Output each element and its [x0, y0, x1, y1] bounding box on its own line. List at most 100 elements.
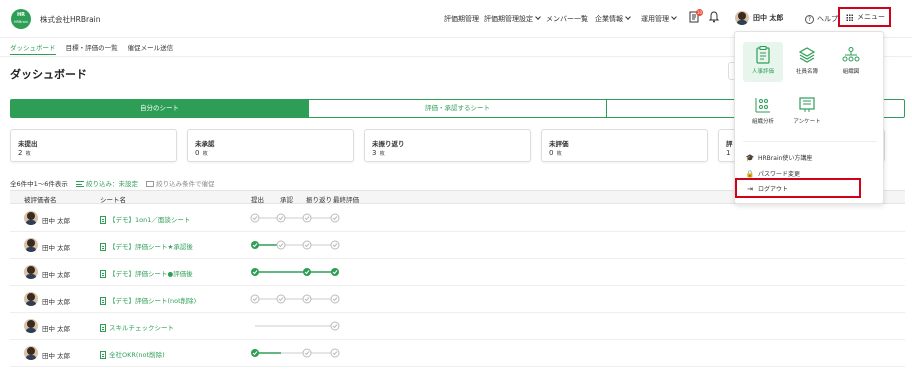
filter-button[interactable]: 絞り込み：未設定 [76, 180, 138, 188]
table-row[interactable]: 田中 太郎 全社OKR(not削除) [10, 340, 905, 367]
summary-card-unevaluated[interactable]: 未評価 0 枚 [541, 129, 708, 162]
table-row[interactable]: 田中 太郎 【デモ】評価シート★承認後 [10, 232, 905, 259]
sheet-link[interactable]: 【デモ】評価シート●評価後 [100, 268, 193, 278]
document-icon [100, 216, 106, 224]
notification-count-badge: 10 [696, 9, 703, 16]
column-header: 承認 [280, 196, 293, 204]
step-done-icon [303, 268, 311, 276]
document-icon [100, 243, 106, 251]
stack-icon [798, 47, 816, 63]
step-pending-icon [302, 294, 312, 304]
tab-evaluate-sheets[interactable]: 評価・承認するシート [309, 100, 607, 117]
bell-icon[interactable] [708, 11, 720, 25]
evaluatee-name: 田中 太郎 [42, 325, 71, 333]
step-pending-icon [330, 321, 340, 331]
summary-card-unsubmitted[interactable]: 未提出 2 枚 [10, 129, 177, 162]
company-name: 株式会社HRBrain [40, 15, 101, 24]
org-chart-icon [842, 47, 860, 62]
chevron-down-icon [671, 14, 677, 20]
step-pending-icon [276, 240, 286, 250]
menu-app-evaluation[interactable]: 人事評価 [743, 42, 783, 82]
lock-icon: 🔒 [745, 170, 755, 178]
avatar [24, 238, 38, 252]
avatar [24, 211, 38, 225]
table-row[interactable]: 田中 太郎 【デモ】1on1／面談シート [10, 205, 905, 232]
step-done-icon [251, 241, 259, 249]
sheet-link[interactable]: 【デモ】1on1／面談シート [100, 214, 190, 224]
sheet-link[interactable]: 【デモ】評価シート(not削除) [100, 295, 196, 305]
table-row[interactable]: 田中 太郎 【デモ】評価シート(not削除) [10, 286, 905, 313]
avatar [735, 11, 749, 25]
mail-icon [146, 181, 155, 187]
column-header: 最終評価 [333, 196, 359, 204]
nav-company-info[interactable]: 企業情報 [595, 14, 631, 24]
subnav-dashboard[interactable]: ダッシュボード [10, 44, 56, 55]
menu-link-tutorial[interactable]: 🎓 HRBrain使い方講座 [745, 153, 813, 162]
logout-highlight [735, 178, 861, 198]
step-pending-icon [276, 213, 286, 223]
progress-tracker [250, 294, 340, 304]
evaluatee-name: 田中 太郎 [42, 271, 71, 279]
sheet-link[interactable]: スキルチェックシート [100, 322, 174, 332]
evaluatee-name: 田中 太郎 [42, 217, 71, 225]
menu-app-survey[interactable]: アンケート [787, 92, 827, 132]
filter-row: 全6件中1〜6件表示 絞り込み：未設定 絞り込み条件で催促 [10, 178, 215, 188]
step-pending-icon [302, 213, 312, 223]
menu-app-org-chart[interactable]: 組織図 [831, 42, 871, 82]
column-header: 被評価者名 [24, 196, 57, 204]
clipboard-icon [756, 46, 770, 64]
nav-operations[interactable]: 運用管理 [641, 14, 677, 24]
summary-card-unreflected[interactable]: 未振り返り 3 枚 [364, 129, 531, 162]
evaluatee-name: 田中 太郎 [42, 352, 71, 360]
table-row[interactable]: 田中 太郎 【デモ】評価シート●評価後 [10, 259, 905, 286]
nav-evaluation-settings[interactable]: 評価期管理設定 [484, 14, 541, 24]
progress-tracker [250, 213, 340, 223]
sheet-name: 【デモ】1on1／面談シート [109, 216, 191, 224]
step-pending-icon [330, 348, 340, 358]
menu-divider [743, 141, 877, 142]
table-row[interactable]: 田中 太郎 スキルチェックシート [10, 313, 905, 340]
menu-app-directory[interactable]: 社員名簿 [787, 42, 827, 82]
evaluatee-name: 田中 太郎 [42, 244, 71, 252]
tab-my-sheets[interactable]: 自分のシート [11, 100, 309, 117]
grid-icon [846, 13, 853, 21]
menu-app-org-analysis[interactable]: 組織分析 [743, 92, 783, 132]
document-icon [100, 351, 106, 359]
document-icon [100, 270, 106, 278]
subnav-reminder-mail[interactable]: 催促メール送信 [128, 44, 174, 52]
user-menu[interactable]: 田中 太郎 [735, 11, 783, 25]
summary-card-unapproved[interactable]: 未承認 0 枚 [187, 129, 354, 162]
column-header: シート名 [100, 196, 126, 204]
hrbrain-logo[interactable]: HR HRBrain [11, 9, 31, 29]
menu-button[interactable]: メニュー [838, 7, 891, 27]
avatar [24, 319, 38, 333]
step-pending-icon [250, 294, 260, 304]
step-pending-icon [302, 348, 312, 358]
help-link[interactable]: ? ヘルプ [805, 14, 838, 24]
sheet-name: 全社OKR(not削除) [109, 351, 165, 359]
step-pending-icon [330, 240, 340, 250]
chevron-down-icon [535, 14, 541, 20]
sheet-name: 【デモ】評価シート●評価後 [109, 270, 193, 278]
progress-tracker [251, 268, 339, 276]
step-pending-icon [250, 213, 260, 223]
survey-icon [799, 97, 815, 112]
graduation-icon: 🎓 [745, 154, 755, 162]
sheet-link[interactable]: 【デモ】評価シート★承認後 [100, 241, 193, 251]
sheet-link[interactable]: 全社OKR(not削除) [100, 349, 165, 359]
nav-members[interactable]: メンバー一覧 [546, 14, 588, 24]
progress-tracker [251, 348, 340, 358]
evaluatee-name: 田中 太郎 [42, 298, 71, 306]
step-pending-icon [330, 213, 340, 223]
document-icon [100, 324, 106, 332]
result-count: 全6件中1〜6件表示 [10, 180, 68, 188]
nav-evaluation-period[interactable]: 評価期管理 [444, 14, 479, 24]
sheet-name: 【デモ】評価シート★承認後 [109, 243, 193, 251]
filter-icon [76, 181, 84, 187]
step-done-icon [251, 268, 259, 276]
remind-button[interactable]: 絞り込み条件で催促 [146, 180, 215, 188]
step-pending-icon [276, 294, 286, 304]
progress-tracker [251, 240, 340, 250]
subnav-goal-list[interactable]: 目標・評価の一覧 [66, 44, 118, 52]
menu-link-password[interactable]: 🔒 パスワード変更 [745, 169, 800, 178]
